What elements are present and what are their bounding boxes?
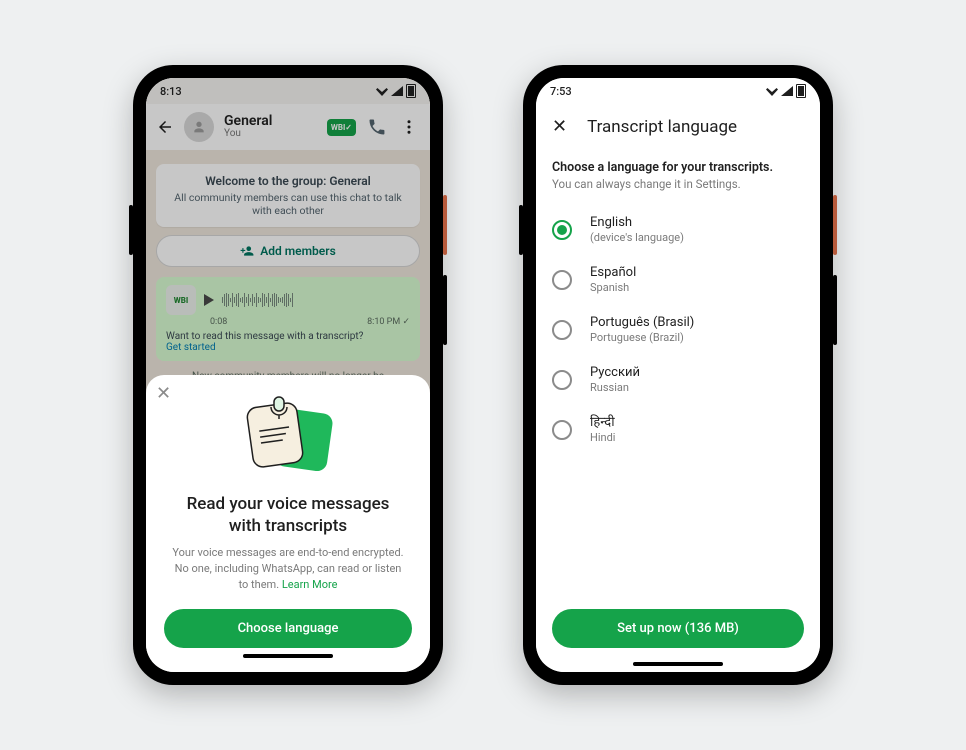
phone-left: 8:13 General You WBI✓ <box>133 65 443 685</box>
radio-icon[interactable] <box>552 370 572 390</box>
radio-icon[interactable] <box>552 270 572 290</box>
language-option[interactable]: Português (Brasil)Portuguese (Brazil) <box>552 305 804 355</box>
language-name: Português (Brasil) <box>590 315 694 331</box>
language-option[interactable]: РусскийRussian <box>552 355 804 405</box>
language-name: Español <box>590 265 636 281</box>
status-time: 7:53 <box>550 85 572 98</box>
wifi-icon <box>766 86 778 96</box>
close-icon[interactable]: ✕ <box>548 116 571 138</box>
language-list: English(device's language)EspañolSpanish… <box>552 205 804 455</box>
radio-icon[interactable] <box>552 320 572 340</box>
language-sub: (device's language) <box>590 231 684 245</box>
language-option[interactable]: हिन्दीHindi <box>552 405 804 455</box>
home-indicator <box>633 662 723 666</box>
illustration <box>164 393 412 483</box>
page-header: ✕ Transcript language <box>536 104 820 150</box>
setup-button[interactable]: Set up now (136 MB) <box>552 609 804 648</box>
language-sub: Spanish <box>590 281 636 295</box>
language-name: हिन्दी <box>590 415 615 431</box>
language-sub: Portuguese (Brazil) <box>590 331 694 345</box>
close-icon[interactable]: ✕ <box>156 385 171 403</box>
phone-right: 7:53 ✕ Transcript language Choose a lang… <box>523 65 833 685</box>
language-sub: Hindi <box>590 431 615 445</box>
language-name: Русский <box>590 365 640 381</box>
language-heading: Choose a language for your transcripts. <box>552 160 804 175</box>
radio-icon[interactable] <box>552 220 572 240</box>
sheet-title: Read your voice messages with transcript… <box>170 493 406 537</box>
signal-icon <box>781 86 793 96</box>
language-name: English <box>590 215 684 231</box>
learn-more-link[interactable]: Learn More <box>282 578 338 591</box>
language-option[interactable]: English(device's language) <box>552 205 804 255</box>
language-subheading: You can always change it in Settings. <box>552 177 804 191</box>
status-bar: 7:53 <box>536 78 820 104</box>
bottom-sheet: ✕ Read your voice messages with <box>146 375 430 672</box>
battery-icon <box>796 84 806 98</box>
language-option[interactable]: EspañolSpanish <box>552 255 804 305</box>
choose-language-button[interactable]: Choose language <box>164 609 412 648</box>
home-indicator <box>243 654 333 658</box>
radio-icon[interactable] <box>552 420 572 440</box>
language-sub: Russian <box>590 381 640 395</box>
page-title: Transcript language <box>587 117 737 137</box>
